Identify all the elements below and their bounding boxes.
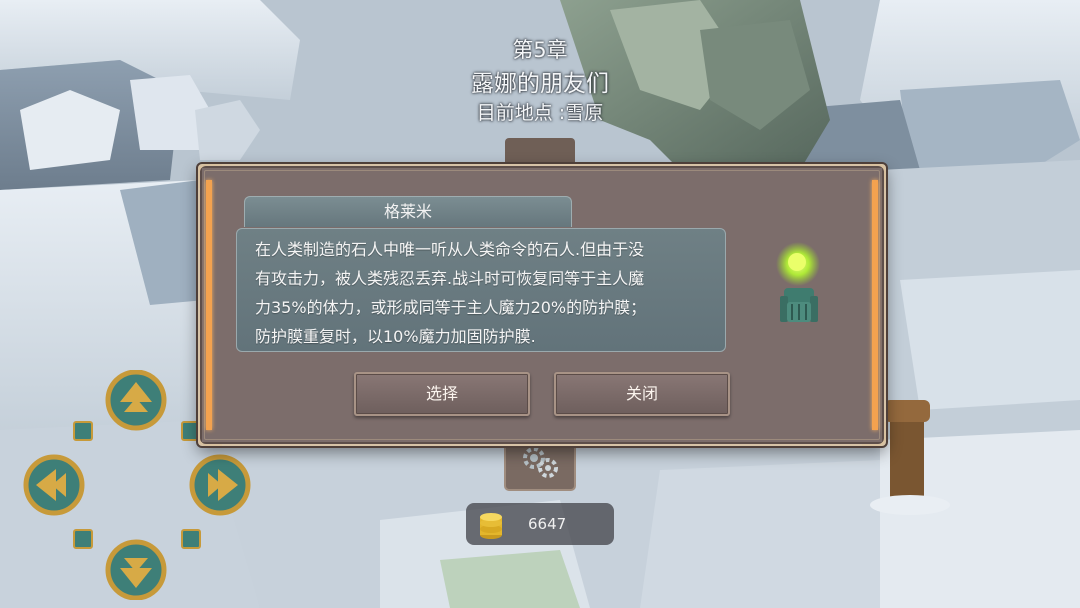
coin-stack-icon [480,513,502,539]
dpad-up-icon[interactable] [105,369,167,431]
coin-counter: 6647 [466,503,614,545]
description-line: 有攻击力，被人类残忍丢弃.战斗时可恢复同等于主人魔 [255,269,645,288]
gear-icon[interactable] [520,444,560,484]
dialog-right-rail [872,180,878,430]
golem-portrait [776,242,820,322]
close-button[interactable]: 关闭 [554,372,730,416]
chapter-number: 第5章 [512,38,568,62]
corner-ornament [862,422,886,446]
chapter-title: 露娜的朋友们 [471,71,609,97]
dpad-diagonal-markers [73,421,201,549]
description-line: 力35%的体力，或形成同等于主人魔力20%的防护膜； [255,298,647,317]
character-info-dialog: 格莱米 在人类制造的石人中唯一听从人类命令的石人.但由于没 有攻击力，被人类残忍… [198,164,886,446]
dpad-down-icon[interactable] [105,539,167,601]
coin-amount: 6647 [528,515,567,533]
description-line: 防护膜重复时，以10%魔力加固防护膜. [255,327,536,346]
dialog-left-rail [206,180,212,430]
current-location: 目前地点 :雪原 [476,102,604,124]
dpad-right-icon[interactable] [189,454,251,516]
description-line: 在人类制造的石人中唯一听从人类命令的石人.但由于没 [255,240,645,259]
dpad-left-icon[interactable] [23,454,85,516]
character-name: 格莱米 [244,196,572,227]
corner-ornament [862,164,886,188]
character-description: 在人类制造的石人中唯一听从人类命令的石人.但由于没 有攻击力，被人类残忍丢弃.战… [236,228,726,352]
game-scene: 第5章 露娜的朋友们 目前地点 :雪原 6647 格莱米 在人类制造的石人中唯一… [0,0,1080,608]
select-button[interactable]: 选择 [354,372,530,416]
corner-ornament [198,422,222,446]
corner-ornament [198,164,222,188]
